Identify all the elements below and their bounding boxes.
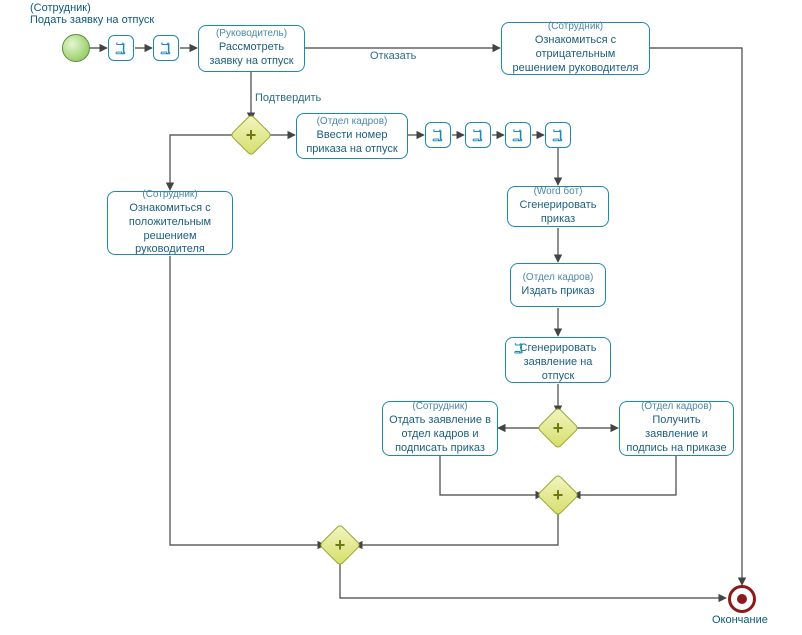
task-role: (Отдел кадров) (641, 401, 712, 412)
process-title-role: (Сотрудник) (30, 2, 91, 14)
task-role: (Сотрудник) (142, 189, 197, 200)
script-icon (551, 128, 565, 142)
task-role: (Word бот) (534, 186, 583, 197)
script-icon (431, 128, 445, 142)
task-enter-order-number[interactable]: (Отдел кадров) Ввести номер приказа на о… (296, 113, 408, 159)
task-name: Получить заявление и подпись на приказе (626, 414, 727, 455)
script-icon (159, 41, 173, 55)
task-generate-order[interactable]: (Word бот) Сгенерировать приказ (507, 186, 609, 227)
edge-label-approve: Подтвердить (255, 92, 321, 104)
task-generate-application[interactable]: Сгенерировать заявление на отпуск (505, 337, 611, 383)
script-task-2[interactable] (153, 35, 179, 61)
task-issue-order[interactable]: (Отдел кадров) Издать приказ (510, 263, 606, 307)
process-title: (Сотрудник) Подать заявку на отпуск (30, 2, 190, 26)
task-name: Отдать заявление в отдел кадров и подпис… (389, 414, 491, 455)
script-task-6[interactable] (545, 122, 571, 148)
gateway-approve-split[interactable]: + (236, 120, 266, 150)
task-name: Ввести номер приказа на отпуск (303, 129, 401, 157)
task-negative-decision[interactable]: (Сотрудник) Ознакомиться с отрицательным… (501, 22, 650, 75)
task-name: Издать приказ (521, 285, 594, 299)
gateway-final-join[interactable]: + (325, 530, 355, 560)
script-icon (511, 128, 525, 142)
script-task-3[interactable] (425, 122, 451, 148)
gateway-parallel-split[interactable]: + (543, 413, 573, 443)
script-icon (114, 41, 128, 55)
task-positive-decision[interactable]: (Сотрудник) Ознакомиться с положительным… (107, 191, 233, 255)
script-icon (512, 342, 526, 356)
task-role: (Сотрудник) (548, 21, 603, 32)
script-task-4[interactable] (465, 122, 491, 148)
task-receive-application[interactable]: (Отдел кадров) Получить заявление и подп… (619, 401, 734, 456)
bpmn-diagram: (Сотрудник) Подать заявку на отпуск (Рук… (0, 0, 802, 635)
task-role: (Сотрудник) (412, 401, 467, 412)
edge-label-reject: Отказать (370, 50, 416, 62)
task-review-request[interactable]: (Руководитель) Рассмотреть заявку на отп… (198, 25, 305, 72)
task-role: (Отдел кадров) (317, 116, 388, 127)
connectors (0, 0, 802, 635)
task-role: (Руководитель) (216, 28, 287, 39)
script-icon (471, 128, 485, 142)
end-event[interactable] (728, 585, 756, 613)
gateway-parallel-join[interactable]: + (543, 480, 573, 510)
script-task-5[interactable] (505, 122, 531, 148)
start-event[interactable] (62, 34, 90, 62)
script-task-1[interactable] (108, 35, 134, 61)
task-sign-and-submit[interactable]: (Сотрудник) Отдать заявление в отдел кад… (382, 401, 498, 456)
end-event-label: Окончание (712, 614, 768, 626)
process-title-name: Подать заявку на отпуск (30, 14, 154, 26)
task-role: (Отдел кадров) (523, 272, 594, 283)
task-name: Ознакомиться с отрицательным решением ру… (508, 34, 643, 75)
task-name: Ознакомиться с положительным решением ру… (114, 202, 226, 257)
task-name: Сгенерировать приказ (514, 199, 602, 227)
task-name: Рассмотреть заявку на отпуск (205, 41, 298, 69)
